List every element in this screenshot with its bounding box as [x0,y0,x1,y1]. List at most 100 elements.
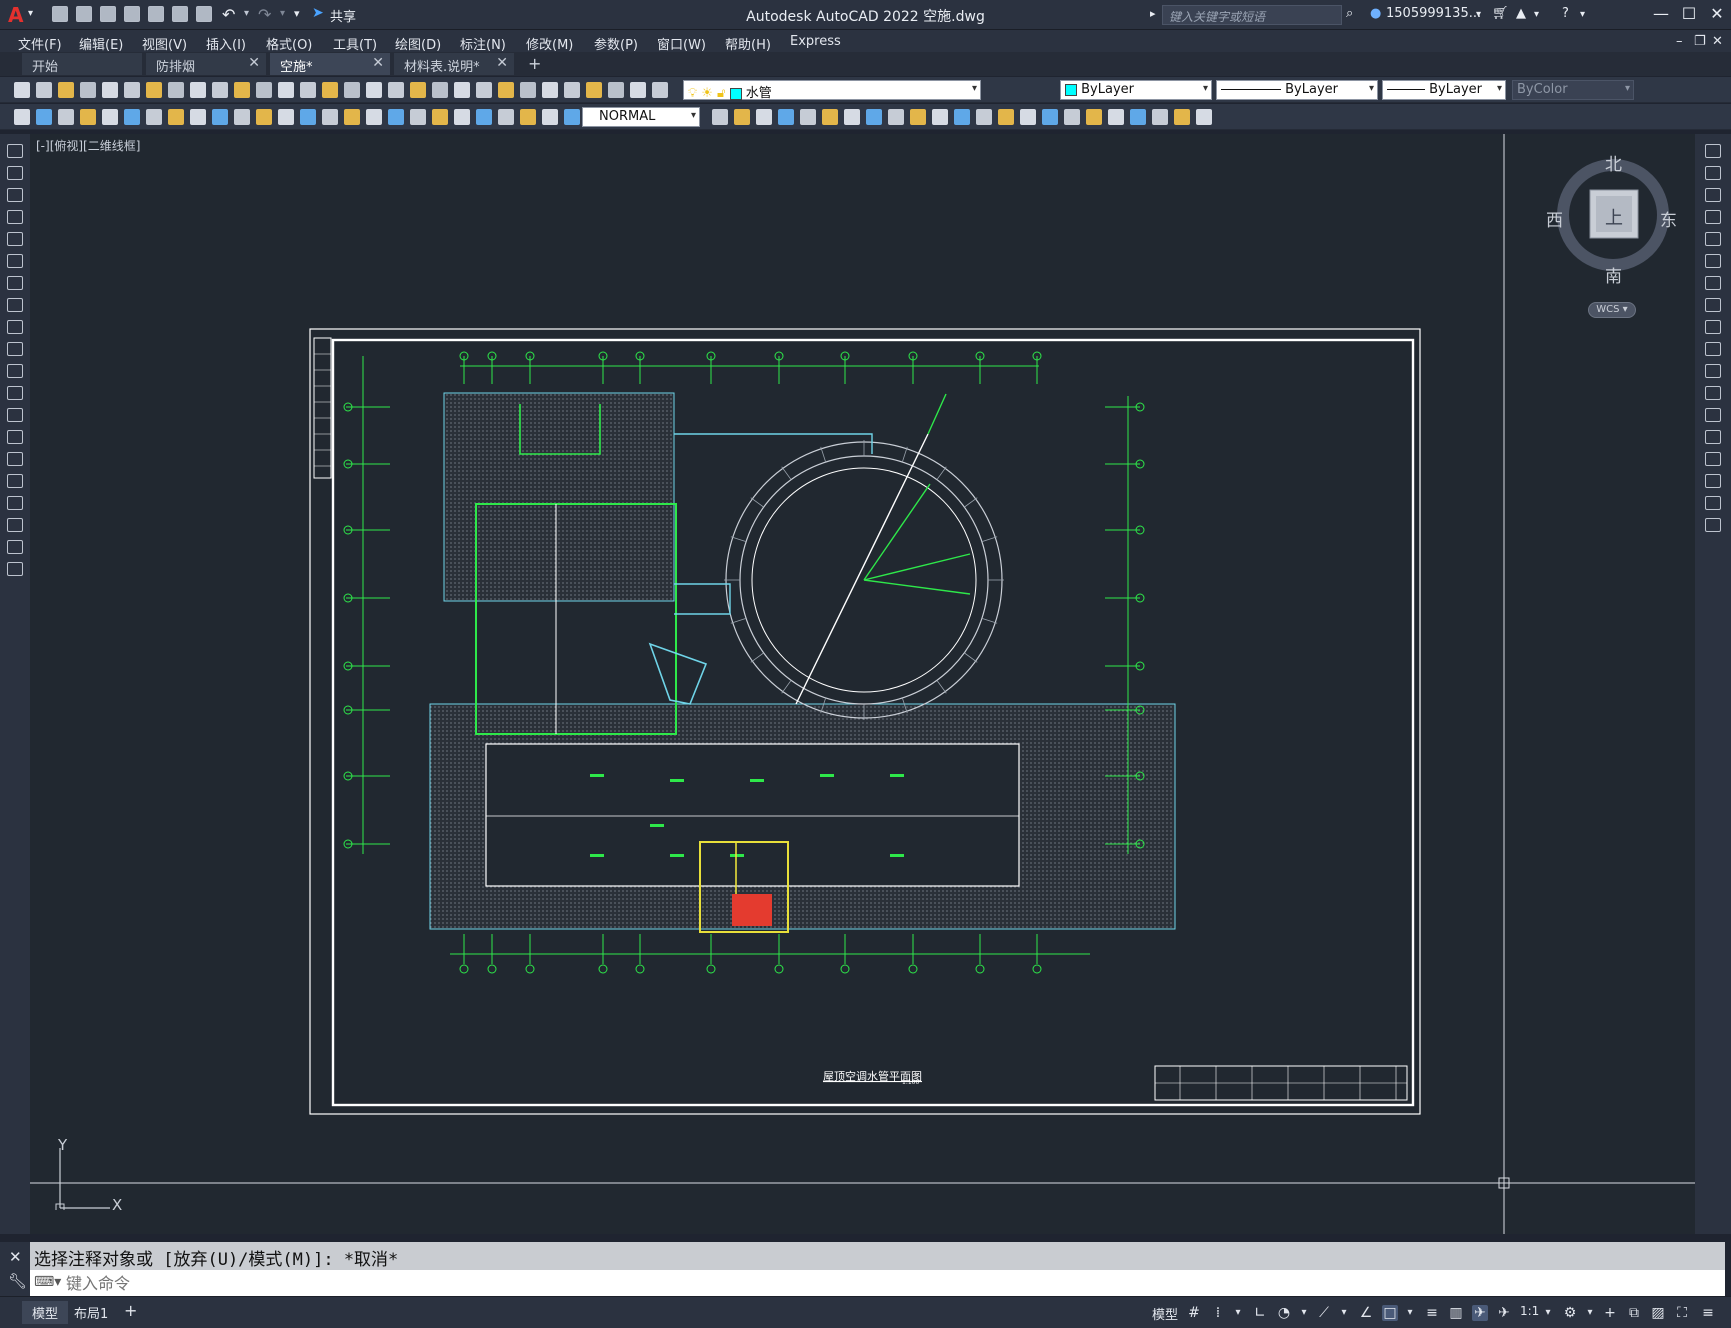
dim-tool-icon-19[interactable] [410,109,426,125]
standard-tool-icon-10[interactable] [212,82,228,98]
viewcube-face-top[interactable]: 上 [1605,204,1623,230]
draw-tool-icon-12[interactable] [7,386,23,400]
draw-tool-icon-20[interactable] [7,562,23,576]
viewport-controls-label[interactable]: [-][俯视][二维线框] [36,137,140,154]
object-snap-icon[interactable]: □ [1382,1305,1398,1321]
modify-tool-icon-8[interactable] [1705,298,1721,312]
menu-file[interactable]: 文件(F) [18,34,62,53]
quick-properties-icon[interactable]: ▨ [1650,1305,1666,1321]
menu-edit[interactable]: 编辑(E) [79,34,123,53]
viewcube[interactable]: 北 南 东 西 上 [1546,150,1677,287]
modify-tool-icon-4[interactable] [1705,210,1721,224]
save-web-icon[interactable] [172,6,188,22]
recent-commands-icon[interactable]: ⌨▾ [34,1274,61,1290]
dim-tool-icon-3[interactable] [58,109,74,125]
dim-tool-icon-1[interactable] [14,109,30,125]
user-name[interactable]: 1505999135... [1386,6,1481,21]
dim-tool-icon-16[interactable] [344,109,360,125]
standard-tool-icon-9[interactable] [190,82,206,98]
customize-qat-icon[interactable]: ▾ [294,7,300,20]
dim-tool-icon-2[interactable] [36,109,52,125]
standard-tool-icon-18[interactable] [388,82,404,98]
standard-tool-icon-16[interactable] [344,82,360,98]
dim-tool-icon-33[interactable] [844,109,860,125]
close-command-line-icon[interactable]: ✕ [9,1248,22,1266]
standard-tool-icon-21[interactable] [454,82,470,98]
dim-tool-icon-49[interactable] [1196,109,1212,125]
menu-help[interactable]: 帮助(H) [725,34,771,53]
draw-tool-icon-10[interactable] [7,342,23,356]
close-button[interactable]: ✕ [1704,3,1730,25]
dim-tool-icon-43[interactable] [1064,109,1080,125]
workspace-gear-icon[interactable]: ⚙ [1562,1305,1578,1321]
dim-tool-icon-20[interactable] [432,109,448,125]
viewcube-west[interactable]: 西 [1546,206,1563,231]
new-file-icon[interactable] [52,6,68,22]
standard-tool-icon-30[interactable] [652,82,668,98]
dim-tool-icon-38[interactable] [954,109,970,125]
tab-smoke-exhaust[interactable]: 防排烟 ✕ [146,53,266,75]
redo-icon[interactable]: ↷ [258,5,271,24]
dim-tool-icon-23[interactable] [498,109,514,125]
standard-tool-icon-25[interactable] [542,82,558,98]
tab-close-icon[interactable]: ✕ [372,55,384,71]
dim-tool-icon-28[interactable] [734,109,750,125]
standard-tool-icon-27[interactable] [586,82,602,98]
draw-tool-icon-6[interactable] [7,254,23,268]
undo-dropdown-icon[interactable]: ▾ [244,8,249,19]
lineweight-dropdown[interactable]: ByLayer ▾ [1382,80,1506,100]
lineweight-display-icon[interactable]: ≡ [1424,1305,1440,1321]
draw-tool-icon-5[interactable] [7,232,23,246]
menu-view[interactable]: 视图(V) [142,34,187,53]
dim-tool-icon-6[interactable] [124,109,140,125]
help-icon[interactable]: ? [1562,6,1569,21]
user-icon[interactable]: ● [1370,6,1381,21]
autodesk-app-icon[interactable]: ▲ [1516,6,1526,21]
dim-tool-icon-24[interactable] [520,109,536,125]
modify-tool-icon-9[interactable] [1705,320,1721,334]
dim-tool-icon-26[interactable] [564,109,580,125]
annotation-monitor-icon[interactable]: + [1602,1305,1618,1321]
tab-hvac[interactable]: 空施* ✕ [270,53,390,75]
object-snap-tracking-icon[interactable]: ∠ [1358,1305,1374,1321]
dim-tool-icon-13[interactable] [278,109,294,125]
dim-tool-icon-8[interactable] [168,109,184,125]
search-icon[interactable]: ⌕ [1346,6,1353,21]
standard-tool-icon-8[interactable] [168,82,184,98]
draw-tool-icon-9[interactable] [7,320,23,334]
dim-tool-icon-15[interactable] [322,109,338,125]
standard-tool-icon-1[interactable] [14,82,30,98]
grid-icon[interactable]: # [1186,1305,1202,1321]
standard-tool-icon-28[interactable] [608,82,624,98]
draw-tool-icon-14[interactable] [7,430,23,444]
command-input[interactable] [66,1272,1566,1294]
dim-tool-icon-29[interactable] [756,109,772,125]
modify-tool-icon-12[interactable] [1705,386,1721,400]
draw-tool-icon-11[interactable] [7,364,23,378]
standard-tool-icon-3[interactable] [58,82,74,98]
dim-tool-icon-27[interactable] [712,109,728,125]
app-dropdown-icon[interactable]: ▾ [1534,9,1539,20]
annotation-visibility-icon[interactable]: ✈ [1472,1305,1488,1321]
layout-tab-layout1[interactable]: 布局1 [64,1301,118,1324]
standard-tool-icon-7[interactable] [146,82,162,98]
dim-tool-icon-45[interactable] [1108,109,1124,125]
layout-tab-model[interactable]: 模型 [22,1301,69,1324]
modify-tool-icon-14[interactable] [1705,430,1721,444]
menu-draw[interactable]: 绘图(D) [395,34,441,53]
standard-tool-icon-12[interactable] [256,82,272,98]
doc-minimize-button[interactable]: – [1676,34,1683,49]
search-expand-icon[interactable]: ▸ [1150,7,1156,20]
modify-tool-icon-13[interactable] [1705,408,1721,422]
dim-tool-icon-44[interactable] [1086,109,1102,125]
drawing-canvas[interactable]: 屋顶空调水管平面图 1:100 [30,134,1695,1234]
modify-tool-icon-2[interactable] [1705,166,1721,180]
standard-tool-icon-20[interactable] [432,82,448,98]
text-style-dropdown[interactable]: NORMAL ▾ [582,107,700,127]
draw-tool-icon-1[interactable] [7,144,23,158]
modify-tool-icon-10[interactable] [1705,342,1721,356]
dim-tool-icon-40[interactable] [998,109,1014,125]
dim-tool-icon-41[interactable] [1020,109,1036,125]
add-layout-button[interactable]: + [124,1301,137,1320]
dim-tool-icon-14[interactable] [300,109,316,125]
